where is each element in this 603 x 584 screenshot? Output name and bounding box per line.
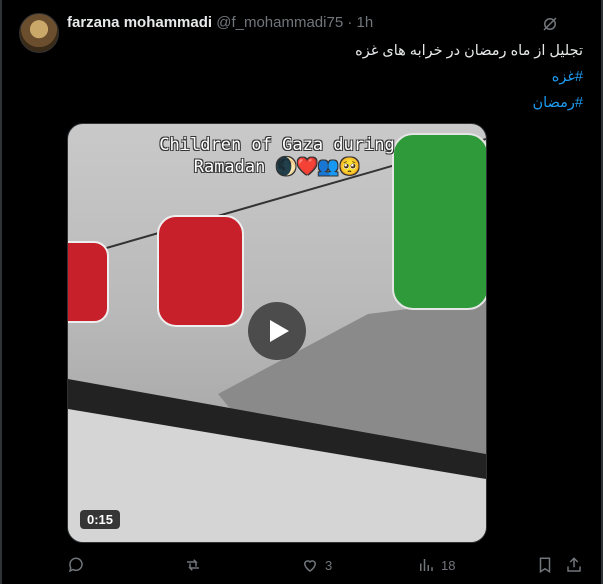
heart-icon (303, 560, 317, 572)
share-icon (567, 557, 581, 572)
avatar[interactable] (19, 13, 59, 53)
action-bar: 3 18 (67, 556, 587, 576)
left-border (0, 0, 2, 584)
hashtag-gaza[interactable]: #غزه (355, 64, 583, 90)
caption-line-1: Children of Gaza during (159, 135, 395, 155)
video-caption: Children of Gaza during Ramadan 🌒❤️👥🥺 (68, 134, 486, 178)
bookmark-icon (539, 557, 551, 574)
author-handle[interactable]: @f_mohammadi75 (216, 14, 343, 31)
play-button[interactable] (248, 302, 306, 360)
caption-line-2: Ramadan 🌒❤️👥🥺 (193, 157, 361, 177)
views-icon (420, 559, 433, 571)
post-time[interactable]: 1h (357, 14, 374, 31)
video-duration: 0:15 (80, 510, 121, 529)
tweet-text: تجلیل از ماه رمضان در خرابه های غزه #غزه… (355, 38, 583, 116)
bookmark-button[interactable] (536, 556, 554, 574)
views-count: 18 (441, 557, 456, 573)
tweet-body: تجلیل از ماه رمضان در خرابه های غزه (355, 43, 583, 59)
repost-icon (187, 559, 199, 571)
reply-icon (68, 557, 83, 573)
video-player[interactable]: Children of Gaza during Ramadan 🌒❤️👥🥺 0:… (67, 123, 487, 543)
post-header: farzana mohammadi @f_mohammadi75 · 1h (67, 14, 373, 31)
hashtag-ramadan[interactable]: #رمضان (355, 90, 583, 116)
author-name[interactable]: farzana mohammadi (67, 14, 212, 31)
reply-button[interactable] (67, 556, 91, 574)
like-button[interactable]: 3 (301, 556, 332, 574)
views-button[interactable]: 18 (417, 556, 455, 574)
grok-icon[interactable] (541, 15, 559, 33)
play-icon (270, 320, 289, 342)
like-count: 3 (325, 557, 333, 573)
repost-button[interactable] (184, 556, 208, 574)
share-button[interactable] (565, 556, 583, 574)
separator-dot: · (347, 14, 353, 31)
